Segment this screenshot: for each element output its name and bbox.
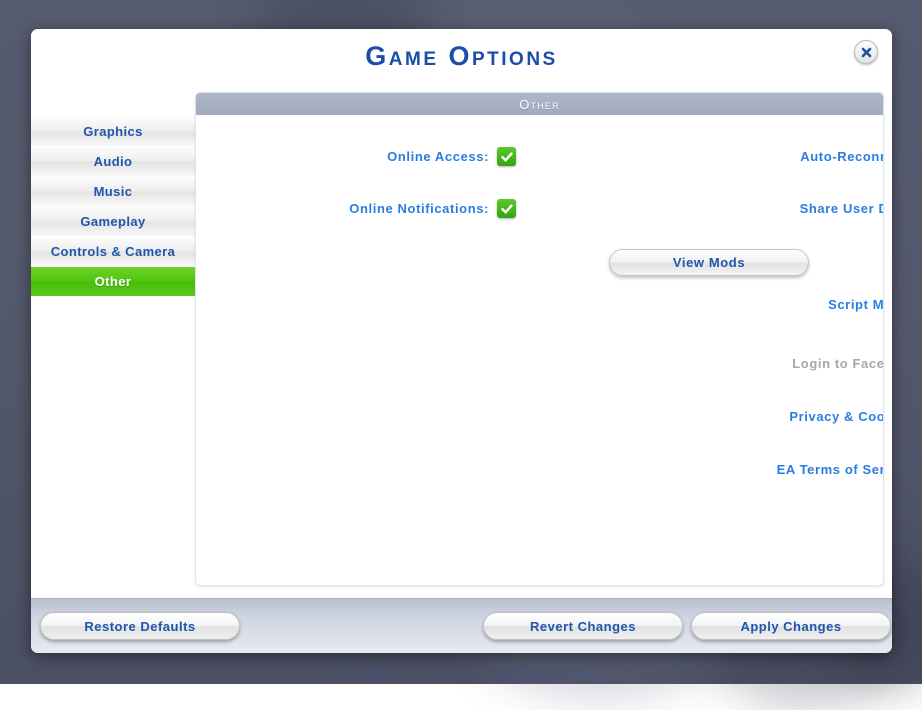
option-label: Share User Data: [800,201,884,216]
sidebar-item-gameplay[interactable]: Gameplay [31,207,195,237]
option-online-notifications[interactable]: Online Notifications: [196,199,516,218]
sidebar-item-label: Controls & Camera [51,244,176,259]
option-label: Online Notifications: [349,201,489,216]
close-icon [860,46,873,59]
restore-defaults-label: Restore Defaults [84,619,195,634]
sidebar-item-other[interactable]: Other [31,267,195,297]
sidebar-item-music[interactable]: Music [31,177,195,207]
sidebar-item-audio[interactable]: Audio [31,147,195,177]
close-button[interactable] [854,40,878,64]
sidebar-item-graphics[interactable]: Graphics [31,117,195,147]
checkbox-online-access[interactable] [497,147,516,166]
game-options-dialog: Game Options Graphics Audio Music Gamepl… [31,29,892,653]
apply-changes-button[interactable]: Apply Changes [691,612,891,640]
sidebar-item-label: Music [94,184,133,199]
option-label: Auto-Reconnect: [800,149,884,164]
login-facebook-row[interactable]: Login to Facebook [556,350,884,377]
dialog-footer: Restore Defaults Revert Changes Apply Ch… [31,598,892,653]
restore-defaults-button[interactable]: Restore Defaults [40,612,240,640]
privacy-cookies-row[interactable]: Privacy & Cookies [556,398,884,435]
page-title: Game Options [31,41,892,72]
sidebar-item-controls-camera[interactable]: Controls & Camera [31,237,195,267]
sidebar-item-label: Other [95,274,132,289]
dialog-title-bar: Game Options [31,29,892,86]
view-mods-button[interactable]: View Mods [609,249,809,276]
section-header: Other [196,93,883,115]
checkbox-online-notifications[interactable] [497,199,516,218]
option-online-access[interactable]: Online Access: [196,147,516,166]
terms-of-service-row[interactable]: EA Terms of Service [556,451,884,488]
sidebar-item-label: Graphics [83,124,143,139]
check-icon [500,150,514,164]
revert-changes-label: Revert Changes [530,619,636,634]
sidebar-item-label: Audio [94,154,133,169]
option-label: Script Mods: [828,297,884,312]
dialog-body: Graphics Audio Music Gameplay Controls &… [31,86,892,598]
revert-changes-button[interactable]: Revert Changes [483,612,683,640]
terms-of-service-label: EA Terms of Service [777,462,884,477]
options-area: Online Access: Auto-Reconnect: [196,115,883,571]
option-label: Online Access: [387,149,489,164]
option-share-user-data[interactable]: Share User Data: [556,199,884,218]
view-mods-label: View Mods [673,255,745,270]
check-icon [500,202,514,216]
apply-changes-label: Apply Changes [740,619,841,634]
privacy-cookies-label: Privacy & Cookies [789,409,884,424]
login-facebook-label: Login to Facebook [792,356,884,371]
option-script-mods[interactable]: Script Mods: [556,295,884,314]
settings-content-panel: Other Online Access: Auto-Reconnect: [195,92,884,586]
option-auto-reconnect[interactable]: Auto-Reconnect: [556,147,884,166]
settings-sidebar: Graphics Audio Music Gameplay Controls &… [31,86,195,598]
sidebar-item-label: Gameplay [80,214,145,229]
